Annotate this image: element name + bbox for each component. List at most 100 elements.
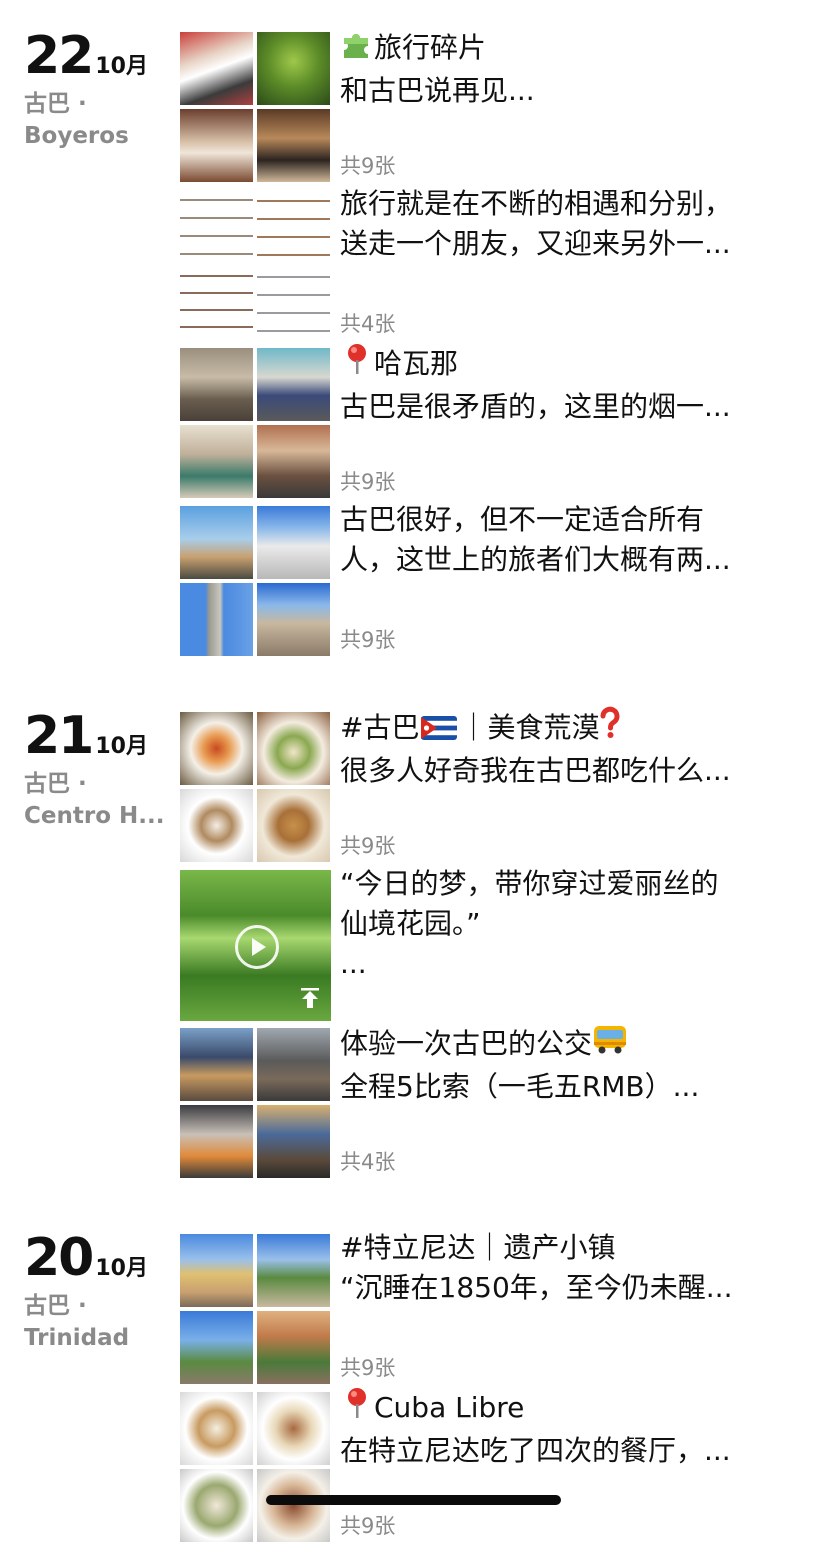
photo-thumb	[180, 190, 253, 263]
post-item[interactable]: 古巴很好，但不一定适合所有 人，这世上的旅者们大概有两... 共9张	[180, 503, 800, 658]
photo-count: 共9张	[340, 154, 396, 178]
photo-thumb	[257, 348, 330, 421]
photo-grid[interactable]	[180, 1234, 331, 1385]
day-number: 21	[24, 706, 94, 766]
photo-thumb	[180, 506, 253, 579]
photo-count: 共9张	[340, 834, 396, 858]
post-body: 全程5比索（一毛五RMB）...	[340, 1070, 700, 1103]
post-body: 和古巴说再见...	[340, 74, 535, 107]
photo-count: 共4张	[340, 1150, 396, 1174]
post-title: #特立尼达｜遗产小镇	[340, 1231, 616, 1264]
date-column: 20 10月 古巴 · Trinidad	[24, 1232, 174, 1354]
pin-icon	[340, 342, 374, 387]
post-text: 体验一次古巴的公交 全程5比索（一毛五RMB）...	[340, 1022, 800, 1107]
cuba-flag-icon	[421, 711, 458, 740]
photo-thumb	[257, 1469, 330, 1542]
photo-thumb	[257, 583, 330, 656]
photo-count: 共9张	[340, 628, 396, 652]
photo-thumb	[180, 583, 253, 656]
post-item[interactable]: Cuba Libre 在特立尼达吃了四次的餐厅，... 共9张	[180, 1388, 800, 1544]
photo-count: 共9张	[340, 470, 396, 494]
post-body: 很多人好奇我在古巴都吃什么...	[340, 754, 731, 787]
date-column: 21 10月 古巴 · Centro H...	[24, 710, 174, 832]
photo-thumb	[257, 712, 330, 785]
photo-grid[interactable]	[180, 32, 331, 183]
post-item[interactable]: #特立尼达｜遗产小镇 “沉睡在1850年，至今仍未醒... 共9张	[180, 1231, 800, 1386]
photo-thumb	[257, 32, 330, 105]
photo-thumb	[257, 109, 330, 182]
location-country: 古巴 ·	[24, 1293, 87, 1319]
photo-count: 共4张	[340, 312, 396, 336]
photo-thumb	[180, 109, 253, 182]
photo-thumb	[180, 32, 253, 105]
photo-thumb	[180, 425, 253, 498]
photo-thumb	[257, 1311, 330, 1384]
photo-grid[interactable]	[180, 1392, 331, 1543]
photo-thumb	[180, 1028, 253, 1101]
post-title: 体验一次古巴的公交	[340, 1027, 593, 1060]
pin-icon	[340, 1386, 374, 1431]
day-number: 22	[24, 26, 94, 86]
photo-grid[interactable]	[180, 190, 331, 341]
home-indicator[interactable]	[266, 1495, 561, 1505]
photo-count: 共9张	[340, 1514, 396, 1538]
post-line-2: 人，这世上的旅者们大概有两...	[340, 543, 731, 576]
bus-icon	[592, 1022, 628, 1067]
post-body: “沉睡在1850年，至今仍未醒...	[340, 1271, 733, 1304]
month-label: 10月	[95, 734, 148, 759]
post-title-hashtag: #古巴	[340, 711, 420, 744]
post-text: #特立尼达｜遗产小镇 “沉睡在1850年，至今仍未醒...	[340, 1228, 800, 1308]
photo-thumb	[180, 267, 253, 340]
post-body: 在特立尼达吃了四次的餐厅，...	[340, 1434, 731, 1467]
photo-grid[interactable]	[180, 348, 331, 499]
post-line-2: 送走一个朋友，又迎来另外一...	[340, 227, 731, 260]
photo-thumb	[180, 789, 253, 862]
post-text: 旅行碎片 和古巴说再见...	[340, 26, 800, 111]
post-text: #古巴 ｜美食荒漠 很多人好奇我在古巴都吃什么...	[340, 706, 800, 791]
photo-thumb	[180, 348, 253, 421]
post-item[interactable]: 旅行就是在不断的相遇和分别， 送走一个朋友，又迎来另外一... 共4张	[180, 187, 800, 342]
photo-thumb	[257, 190, 330, 263]
post-body: 古巴是很矛盾的，这里的烟一...	[340, 390, 731, 423]
post-title: ｜美食荒漠	[459, 711, 600, 744]
post-title: 旅行碎片	[374, 31, 487, 64]
question-mark-icon	[599, 706, 621, 751]
post-text: “今日的梦，带你穿过爱丽丝的 仙境花园。” ...	[340, 864, 800, 984]
photo-thumb	[180, 712, 253, 785]
post-text: 旅行就是在不断的相遇和分别， 送走一个朋友，又迎来另外一...	[340, 184, 800, 264]
photo-thumb	[257, 1105, 330, 1178]
photo-thumb	[180, 1105, 253, 1178]
photo-thumb	[257, 267, 330, 340]
day-number: 20	[24, 1228, 94, 1288]
post-line-1: 旅行就是在不断的相遇和分别，	[340, 187, 733, 220]
photo-grid[interactable]	[180, 506, 331, 657]
play-icon[interactable]	[235, 925, 279, 969]
date-column: 22 10月 古巴 · Boyeros	[24, 30, 174, 152]
post-line-1: “今日的梦，带你穿过爱丽丝的	[340, 867, 719, 900]
post-line-1: 古巴很好，但不一定适合所有	[340, 503, 705, 536]
video-post-item[interactable]: “今日的梦，带你穿过爱丽丝的 仙境花园。” ...	[180, 867, 800, 1022]
photo-grid[interactable]	[180, 1028, 331, 1179]
video-thumbnail[interactable]	[180, 870, 331, 1021]
post-item[interactable]: 哈瓦那 古巴是很矛盾的，这里的烟一... 共9张	[180, 344, 800, 500]
photo-thumb	[257, 425, 330, 498]
post-text: Cuba Libre 在特立尼达吃了四次的餐厅，...	[340, 1386, 800, 1471]
post-item[interactable]: 体验一次古巴的公交 全程5比索（一毛五RMB）... 共4张	[180, 1026, 800, 1180]
post-item[interactable]: 旅行碎片 和古巴说再见... 共9张	[180, 31, 800, 184]
photo-grid[interactable]	[180, 712, 331, 863]
photo-thumb	[257, 789, 330, 862]
location-city: Centro H...	[24, 803, 165, 829]
puzzle-icon	[340, 26, 374, 71]
location-country: 古巴 ·	[24, 771, 87, 797]
location-country: 古巴 ·	[24, 91, 87, 117]
post-title: 哈瓦那	[374, 347, 459, 380]
location-city: Boyeros	[24, 123, 129, 149]
post-item[interactable]: #古巴 ｜美食荒漠 很多人好奇我在古巴都吃什么... 共9张	[180, 706, 800, 864]
location-city: Trinidad	[24, 1325, 130, 1351]
photo-thumb	[257, 1392, 330, 1465]
photo-thumb	[257, 1028, 330, 1101]
photo-thumb	[180, 1469, 253, 1542]
photo-thumb	[257, 1234, 330, 1307]
photo-thumb	[180, 1311, 253, 1384]
photo-thumb	[257, 506, 330, 579]
